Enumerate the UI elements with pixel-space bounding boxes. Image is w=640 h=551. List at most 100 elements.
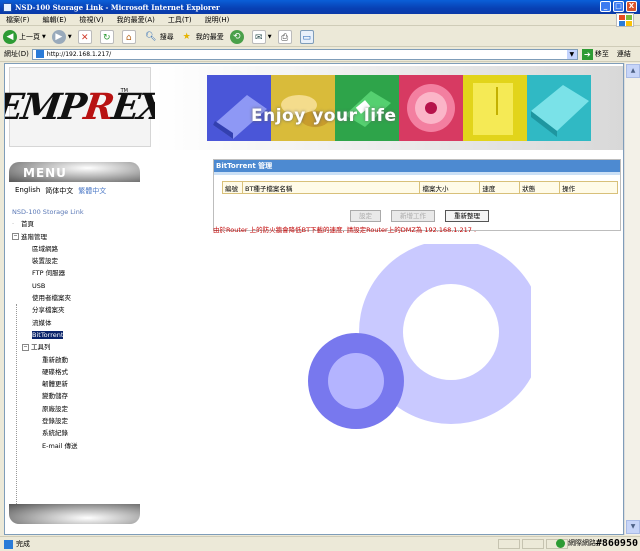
nav-bittorrent[interactable]: BitTorrent: [12, 329, 140, 341]
menu-tools[interactable]: 工具(T): [168, 15, 192, 25]
nav-user-folders[interactable]: 使用者檔案夾: [12, 292, 140, 304]
links-button[interactable]: 連結: [617, 49, 631, 59]
banner-background: Enjoy your life: [155, 66, 623, 150]
forward-dropdown-icon[interactable]: ▼: [68, 34, 72, 40]
new-task-button[interactable]: 新增工作: [391, 210, 435, 222]
mail-button[interactable]: ✉ ▼: [251, 29, 272, 44]
nav-usb[interactable]: USB: [12, 280, 140, 292]
banner-tile-flower: [399, 75, 463, 141]
windows-logo-icon: [616, 13, 634, 27]
table-header-row: 編號 BT種子檔案名稱 檔案大小 速度 狀態 操作: [222, 181, 618, 194]
address-bar: 網址(D) ▼ ➔ 移至 連結: [0, 47, 640, 62]
search-icon: 🔍︎: [145, 31, 157, 42]
nav-advanced[interactable]: − 進階管理: [12, 231, 140, 243]
nav-email-send[interactable]: E-mail 傳送: [12, 440, 140, 452]
edit-icon: ▭: [299, 29, 314, 44]
logo-box: EMPREX TM: [5, 67, 167, 147]
logo-trademark: TM: [120, 88, 128, 94]
nav-device-settings[interactable]: 裝置設定: [12, 255, 140, 267]
menu-help[interactable]: 說明(H): [205, 15, 230, 25]
stop-icon: ✕: [77, 29, 92, 44]
globe-icon: [556, 538, 565, 548]
col-filename: BT種子檔案名稱: [241, 181, 421, 194]
collapse-icon[interactable]: −: [22, 343, 29, 351]
status-text: 完成: [16, 540, 30, 548]
menu-bar: 檔案(F) 編輯(E) 檢視(V) 我的最愛(A) 工具(T) 說明(H): [0, 14, 640, 26]
window-title: NSD-100 Storage Link - Microsoft Interne…: [15, 2, 220, 12]
col-speed: 速度: [479, 181, 521, 194]
language-switcher: English 简体中文 繁體中文: [9, 186, 140, 196]
nav-ftp-server[interactable]: FTP 伺服器: [12, 267, 140, 279]
nav-disk-format[interactable]: 硬碟格式: [12, 366, 140, 378]
print-button[interactable]: ⎙: [277, 29, 294, 44]
nav-home[interactable]: · 首頁: [12, 218, 140, 230]
ie-app-icon: [3, 2, 12, 12]
back-button[interactable]: ◀ 上一頁 ▼: [3, 29, 46, 44]
settings-button[interactable]: 設定: [350, 210, 381, 222]
small-ring-hole: [328, 353, 384, 409]
address-dropdown-icon[interactable]: ▼: [566, 49, 577, 59]
nav-login-settings[interactable]: 登錄設定: [12, 415, 140, 427]
lang-english[interactable]: English: [15, 186, 40, 196]
scroll-up-icon[interactable]: ▲: [626, 64, 640, 78]
nav-lan[interactable]: 區域網路: [12, 243, 140, 255]
menu-favorites[interactable]: 我的最愛(A): [117, 15, 155, 25]
vertical-scrollbar[interactable]: ▲ ▼: [624, 63, 640, 535]
maximize-button[interactable]: □: [613, 1, 624, 12]
page-done-icon: [4, 539, 13, 549]
menu-edit[interactable]: 編輯(E): [43, 15, 67, 25]
nav-tree: NSD-100 Storage Link · 首頁 − 進階管理 區域網路 裝置設定…: [9, 206, 140, 452]
edit-page-button[interactable]: ▭: [299, 29, 316, 44]
zone-label: 網際網路: [568, 539, 596, 547]
go-button[interactable]: ➔ 移至: [581, 48, 609, 60]
watermark: #860950: [595, 538, 638, 549]
nav-factory-reset[interactable]: 原廠設定: [12, 403, 140, 415]
refresh-button[interactable]: ↻: [99, 29, 116, 44]
nav-system-log[interactable]: 系統紀錄: [12, 427, 140, 439]
page-icon: [35, 50, 44, 58]
menu-view[interactable]: 檢視(V): [79, 15, 103, 25]
history-button[interactable]: ⟲: [229, 29, 246, 44]
emprex-logo: EMPREX: [4, 86, 167, 128]
banner-tile-card: [463, 75, 527, 141]
sidebar-divider: [16, 304, 17, 504]
search-button[interactable]: 🔍︎ 搜尋: [144, 30, 174, 44]
scroll-down-icon[interactable]: ▼: [626, 520, 640, 534]
home-icon: ⌂: [121, 29, 136, 44]
dmz-notice: 由於Router 上的防火牆會降低BT下載的速度, 請設定Router上的DMZ…: [213, 226, 477, 234]
nav-save-changes[interactable]: 變動儲存: [12, 390, 140, 402]
minimize-button[interactable]: _: [600, 1, 611, 12]
sidebar: MENU English 简体中文 繁體中文 NSD-100 Storage L…: [9, 162, 140, 524]
title-bar: NSD-100 Storage Link - Microsoft Interne…: [0, 0, 640, 14]
status-pane: [522, 539, 544, 549]
nav-restart[interactable]: 重新啟動: [12, 354, 140, 366]
back-dropdown-icon[interactable]: ▼: [42, 34, 46, 40]
lang-simplified-chinese[interactable]: 简体中文: [45, 186, 73, 196]
nav-streaming[interactable]: 流媒体: [12, 317, 140, 329]
col-number: 編號: [222, 181, 243, 194]
toolbar: ◀ 上一頁 ▼ ▶ ▼ ✕ ↻ ⌂ 🔍︎ 搜尋 ★ 我的最愛 ⟲ ✉ ▼ ⎙ ▭: [0, 27, 640, 47]
decorative-rings: [308, 244, 531, 429]
lang-traditional-chinese[interactable]: 繁體中文: [78, 186, 106, 196]
mail-dropdown-icon[interactable]: ▼: [268, 34, 272, 40]
address-field[interactable]: ▼: [31, 48, 578, 60]
menu-title: MENU: [9, 162, 140, 182]
home-button[interactable]: ⌂: [121, 29, 138, 44]
menu-file[interactable]: 檔案(F): [6, 15, 30, 25]
close-button[interactable]: X: [626, 1, 637, 12]
col-size: 檔案大小: [419, 181, 481, 194]
sidebar-footer: [9, 504, 140, 524]
stop-button[interactable]: ✕: [77, 29, 94, 44]
nav-tools[interactable]: − 工具列: [12, 341, 140, 353]
nav-bittorrent-label: BitTorrent: [32, 330, 64, 339]
collapse-icon[interactable]: −: [12, 233, 19, 241]
back-label: 上一頁: [19, 32, 40, 41]
favorites-label: 我的最愛: [195, 32, 224, 41]
address-input[interactable]: [46, 49, 567, 59]
forward-arrow-icon: ▶: [51, 29, 66, 44]
nav-firmware-update[interactable]: 韌體更新: [12, 378, 140, 390]
nav-shared-folders[interactable]: 分享檔案夾: [12, 304, 140, 316]
refresh-page-button[interactable]: 重新整理: [445, 210, 489, 222]
favorites-button[interactable]: ★ 我的最愛: [180, 30, 224, 44]
forward-button[interactable]: ▶ ▼: [51, 29, 72, 44]
